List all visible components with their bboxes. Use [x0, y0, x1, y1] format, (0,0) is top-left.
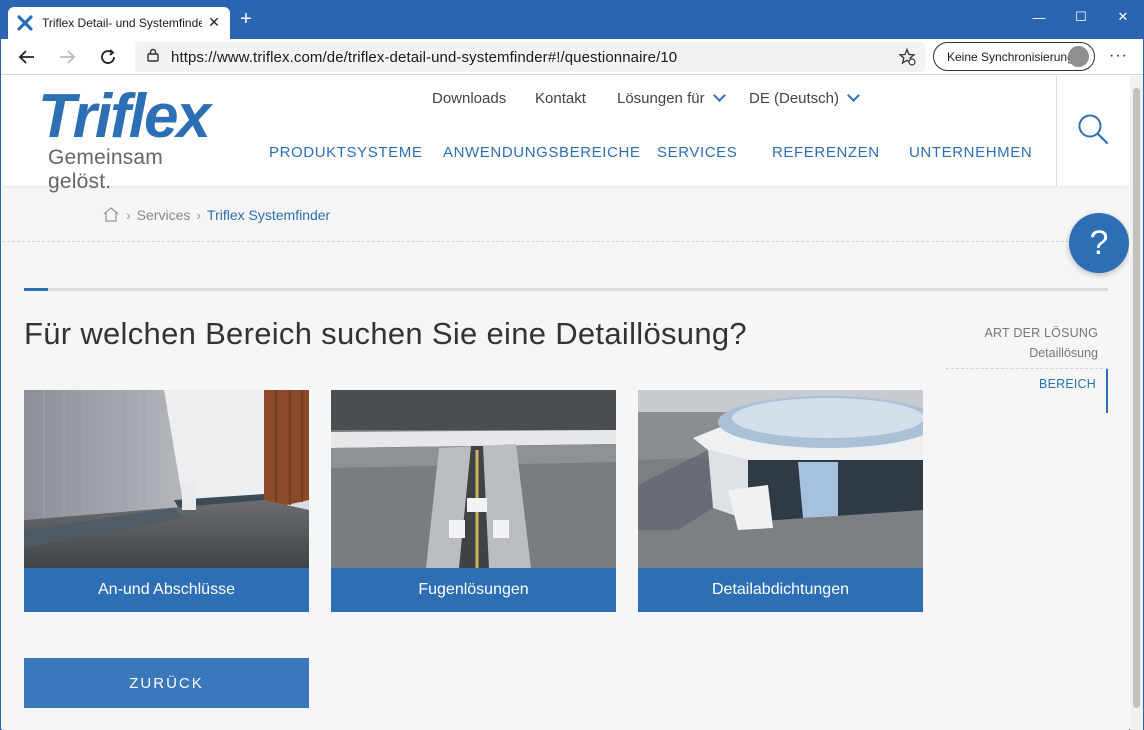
triflex-logo[interactable]: Triflex Gemeinsam gelöst.	[38, 82, 218, 194]
breadcrumb-separator: ›	[126, 207, 131, 223]
help-button[interactable]: ?	[1069, 213, 1129, 273]
scrollbar-thumb[interactable]	[1133, 88, 1140, 708]
nav-downloads-label: Downloads	[432, 89, 507, 107]
chevron-down-icon	[847, 89, 860, 102]
address-bar[interactable]: https://www.triflex.com/de/triflex-detai…	[135, 42, 925, 72]
browser-window: Triflex Detail- und Systemfinder | ✕ + —…	[0, 0, 1144, 730]
card-label: An-und Abschlüsse	[98, 581, 235, 598]
nav-loesungen-label: Lösungen für	[617, 89, 705, 107]
sync-label: Keine Synchronisierung	[947, 49, 1074, 64]
page-content: Triflex Gemeinsam gelöst. Downloads Kont…	[2, 76, 1129, 730]
url-text: https://www.triflex.com/de/triflex-detai…	[171, 48, 678, 66]
new-tab-icon[interactable]: +	[237, 9, 255, 29]
maximize-icon[interactable]: ☐	[1059, 1, 1103, 33]
nav-unternehmen[interactable]: UNTERNEHMEN	[909, 144, 1032, 161]
card-label: Fugenlösungen	[418, 581, 529, 598]
nav-kontakt-label: Kontakt	[535, 89, 586, 107]
nav-language-label: DE (Deutsch)	[749, 89, 840, 107]
tab-title: Triflex Detail- und Systemfinder |	[42, 16, 202, 30]
card-detailabdichtungen[interactable]: Detailabdichtungen	[638, 390, 923, 612]
breadcrumb-separator: ›	[196, 207, 202, 223]
more-menu-icon[interactable]: ···	[1109, 47, 1128, 65]
page-scrollbar[interactable]	[1130, 76, 1143, 730]
question-heading: Für welchen Bereich suchen Sie eine Deta…	[24, 316, 747, 351]
card-image-anschluesse	[24, 390, 309, 568]
minimize-icon[interactable]: —	[1017, 1, 1061, 33]
card-label: Detailabdichtungen	[712, 581, 849, 598]
triflex-favicon-icon	[16, 14, 34, 32]
favorites-star-icon[interactable]	[895, 45, 919, 69]
nav-downloads[interactable]: Downloads	[432, 88, 506, 108]
card-image-fugenloesungen	[331, 390, 616, 568]
sync-button[interactable]: Keine Synchronisierung	[933, 42, 1095, 71]
logo-slogan: Gemeinsam gelöst.	[48, 146, 164, 193]
step-value: Detaillösung	[1029, 346, 1098, 360]
breadcrumb: › Services › Triflex Systemfinder	[102, 204, 330, 226]
breadcrumb-divider	[2, 241, 1129, 242]
card-image-detailabdichtungen	[638, 390, 923, 568]
back-button[interactable]: ZURÜCK	[24, 658, 309, 708]
progress-bar	[24, 288, 1108, 291]
profile-avatar-icon	[1068, 46, 1089, 67]
search-button[interactable]	[1056, 76, 1129, 186]
logo-wordmark: Triflex	[38, 82, 211, 151]
forward-arrow-icon[interactable]	[55, 45, 79, 69]
card-anschluesse[interactable]: An-und Abschlüsse	[24, 390, 309, 612]
nav-services[interactable]: SERVICES	[657, 144, 737, 161]
back-arrow-icon[interactable]	[15, 45, 39, 69]
step-active: BEREICH	[946, 369, 1108, 413]
step-summary: ART DER LÖSUNG Detaillösung BEREICH	[946, 326, 1108, 413]
nav-language[interactable]: DE (Deutsch)	[749, 88, 860, 108]
browser-toolbar: https://www.triflex.com/de/triflex-detai…	[1, 39, 1143, 75]
nav-loesungen[interactable]: Lösungen für	[617, 88, 726, 108]
nav-kontakt[interactable]: Kontakt	[535, 88, 586, 108]
nav-produktsysteme[interactable]: PRODUKTSYSTEME	[269, 144, 422, 161]
step-label[interactable]: ART DER LÖSUNG	[946, 326, 1108, 340]
nav-anwendungsbereiche[interactable]: ANWENDUNGSBEREICHE	[443, 144, 641, 161]
browser-tab[interactable]: Triflex Detail- und Systemfinder | ✕	[8, 7, 230, 39]
card-fugenloesungen[interactable]: Fugenlösungen	[331, 390, 616, 612]
chevron-down-icon	[712, 89, 726, 102]
breadcrumb-systemfinder[interactable]: Triflex Systemfinder	[207, 207, 330, 223]
title-bar: Triflex Detail- und Systemfinder | ✕ + —…	[1, 1, 1143, 39]
breadcrumb-services[interactable]: Services	[137, 207, 191, 223]
tab-close-icon[interactable]: ✕	[206, 14, 222, 31]
close-window-icon[interactable]: ✕	[1101, 1, 1144, 33]
home-icon[interactable]	[102, 206, 120, 225]
lock-icon	[147, 48, 159, 67]
progress-fill	[24, 288, 48, 291]
site-header: Triflex Gemeinsam gelöst. Downloads Kont…	[2, 76, 1129, 194]
reload-icon[interactable]	[96, 45, 120, 69]
nav-referenzen[interactable]: REFERENZEN	[772, 144, 880, 161]
search-icon	[1076, 112, 1110, 151]
